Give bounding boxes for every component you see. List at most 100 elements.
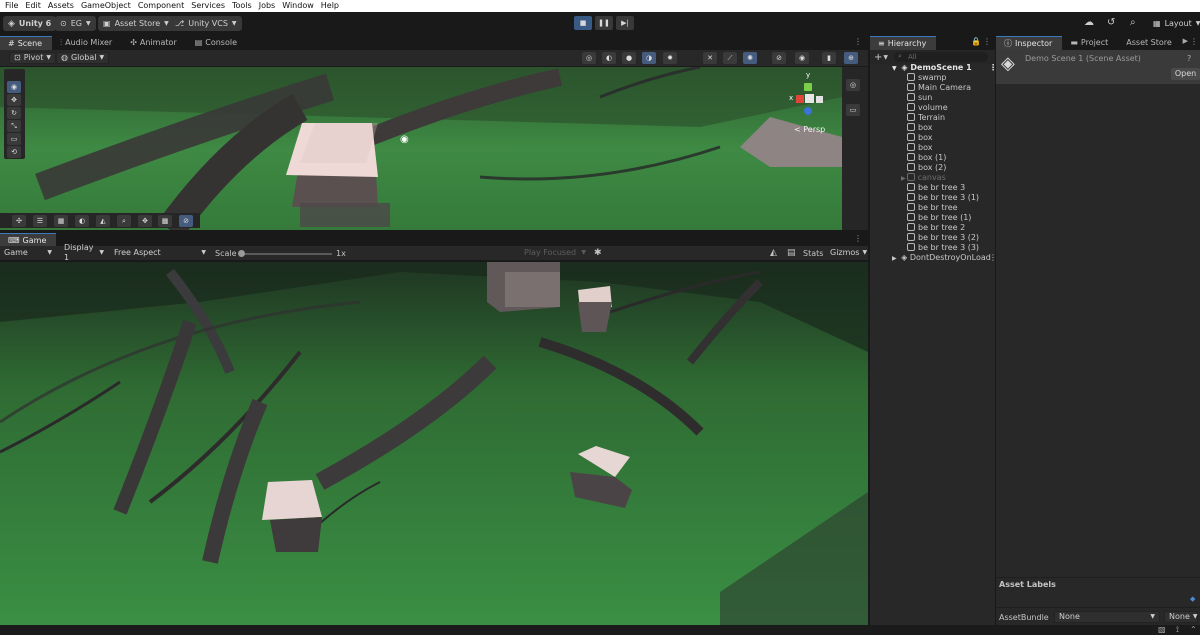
hierarchy-item[interactable]: be br tree 2 [907,223,965,233]
unity-version-button[interactable]: ◈ Unity 6 [3,16,57,31]
menu-window[interactable]: Window [282,0,314,12]
hierarchy-item[interactable]: box [907,143,932,153]
scale-slider[interactable] [238,250,332,257]
sphere-icon[interactable]: ◐ [75,215,89,227]
gizmo-center-icon[interactable] [805,94,814,103]
bug-icon[interactable]: ✱ [594,248,602,258]
collapse-icon[interactable]: ⌃ [1190,625,1197,634]
history-icon[interactable]: ↺ [1107,17,1115,28]
persp-label[interactable]: < Persp [794,125,825,134]
probe-icon[interactable]: ◭ [96,215,110,227]
effects-icon[interactable]: ✹ [663,52,677,64]
menu-services[interactable]: Services [191,0,225,12]
bug-report-icon[interactable]: ⟟ [1176,625,1179,635]
snap-icon[interactable]: ✣ [12,215,26,227]
stats-button[interactable]: Stats [803,249,823,258]
hierarchy-item[interactable]: be br tree [907,203,958,213]
hierarchy-root-scene[interactable]: ▼ ◈ DemoScene 1 ⋮ [892,63,997,73]
scale-slider-handle[interactable] [238,250,245,257]
scene-gizmo[interactable]: y x [788,71,828,125]
menu-edit[interactable]: Edit [25,0,41,12]
tab-animator[interactable]: ✣ Animator [122,36,186,50]
layout-dropdown[interactable]: ▦ Layout ▼ [1148,16,1200,31]
mute-audio-icon[interactable]: ◭ [770,248,777,258]
2d-toggle-icon[interactable]: ⟋ [723,52,737,64]
cloud-icon[interactable]: ☁ [1084,17,1094,28]
move-icon[interactable]: ✥ [138,215,152,227]
account-dropdown[interactable]: ⊙ EG ▼ [55,16,96,31]
pause-button[interactable]: ❚❚ [595,16,613,30]
gizmos-dropdown[interactable]: Gizmos ▼ [826,247,868,259]
tab-game[interactable]: ⌨ Game [0,233,57,247]
help-icon[interactable]: ? [1187,54,1191,63]
play-focused-dropdown[interactable]: Play Focused ▼ [520,247,590,259]
view-tool-icon[interactable]: ◉ [7,81,21,93]
hierarchy-item[interactable]: sun [907,93,932,103]
camera-preview-icon[interactable]: ▭ [846,104,860,116]
camera-overlay-icon[interactable]: ◎ [846,79,860,91]
search-icon[interactable]: ⌕ [1130,17,1136,28]
hierarchy-item[interactable]: box [907,123,932,133]
menu-assets[interactable]: Assets [48,0,74,12]
global-dropdown[interactable]: ◍ Global ▼ [56,52,110,64]
aspect-dropdown[interactable]: Free Aspect ▼ [110,247,210,259]
hierarchy-item[interactable]: be br tree 3 (1) [907,193,979,203]
asset-store-dropdown[interactable]: ▣ Asset Store ▼ [98,16,174,31]
shaded-icon[interactable]: ● [622,52,636,64]
add-icon[interactable]: + [874,52,882,63]
tab-inspector[interactable]: ⓘ Inspector [996,36,1063,50]
menu-help[interactable]: Help [321,0,339,12]
scene-view[interactable]: ◉ ✥ ↻ ⤡ ▭ ⟲ ✣ ☰ ▦ ◐ ◭ ⌕ ✥ ▩ ⊘ y x < Pers… [0,67,842,230]
vcs-dropdown[interactable]: ⎇ Unity VCS ▼ [170,16,242,31]
audio-mute-icon[interactable]: ✕ [703,52,717,64]
hierarchy-search-input[interactable]: All [894,52,988,62]
hierarchy-item[interactable]: box (1) [907,153,946,163]
gizmos-toggle-icon[interactable]: ⊕ [844,52,858,64]
menu-jobs[interactable]: Jobs [259,0,276,12]
hierarchy-item[interactable]: be br tree 3 (2) [907,233,979,243]
more-options-icon[interactable]: ⋮ [854,234,862,243]
zoom-icon[interactable]: ⌕ [117,215,131,227]
grid-snap-icon[interactable]: ▦ [54,215,68,227]
shading-global-icon[interactable]: ◎ [582,52,596,64]
navmesh-icon[interactable]: ▩ [158,215,172,227]
visibility-toggle-icon[interactable]: ⊘ [772,52,786,64]
tab-scene[interactable]: # Scene [0,36,53,50]
pivot-dropdown[interactable]: ⊡ Pivot ▼ [9,52,56,64]
more-options-icon[interactable]: ⋮ [854,37,862,46]
hierarchy-item[interactable]: be br tree 3 [907,183,965,193]
menu-component[interactable]: Component [138,0,184,12]
tab-hierarchy[interactable]: ≡ Hierarchy [870,36,937,50]
label-tag-icon[interactable]: ◆ [1190,595,1195,603]
hierarchy-item-disabled[interactable]: ▶ canvas [901,173,946,183]
eye-icon[interactable]: ◉ [795,52,809,64]
tab-overflow-icon[interactable]: ▶ [1183,37,1188,45]
more-options-icon[interactable]: ⋮ [1190,37,1198,46]
gizmo-x-axis-icon[interactable] [796,95,804,103]
hierarchy-dont-destroy[interactable]: ▶ ◈ DontDestroyOnLoad ⋮ [892,253,997,263]
rotate-tool-icon[interactable]: ↻ [7,107,21,119]
hierarchy-item[interactable]: box [907,133,932,143]
scale-tool-icon[interactable]: ⤡ [7,120,21,132]
shaded-wireframe-icon[interactable]: ◑ [642,52,656,64]
hierarchy-item[interactable]: box (2) [907,163,946,173]
wireframe-icon[interactable]: ◐ [602,52,616,64]
tab-audio-mixer[interactable]: ⫶ Audio Mixer [52,36,122,50]
network-icon[interactable]: ▧ [1158,625,1166,634]
hierarchy-item[interactable]: be br tree (1) [907,213,971,223]
display-dropdown[interactable]: Display 1 ▼ [60,243,108,262]
menu-file[interactable]: File [5,0,18,12]
orientation-icon[interactable]: ⊘ [179,215,193,227]
hierarchy-item[interactable]: Main Camera [907,83,971,93]
move-tool-icon[interactable]: ✥ [7,94,21,106]
game-view[interactable] [0,262,868,625]
asset-bundle-variant-dropdown[interactable]: None ▼ [1164,611,1198,623]
lock-icon[interactable]: 🔒 [971,37,981,46]
gizmo-z-axis-icon[interactable] [804,107,812,115]
gizmo-axis-icon[interactable] [816,96,823,103]
hierarchy-item[interactable]: Terrain [907,113,945,123]
hierarchy-item[interactable]: volume [907,103,948,113]
tab-console[interactable]: ▤ Console [187,36,247,50]
lighting-icon[interactable]: ✺ [743,52,757,64]
camera-settings-icon[interactable]: ▮ [822,52,836,64]
